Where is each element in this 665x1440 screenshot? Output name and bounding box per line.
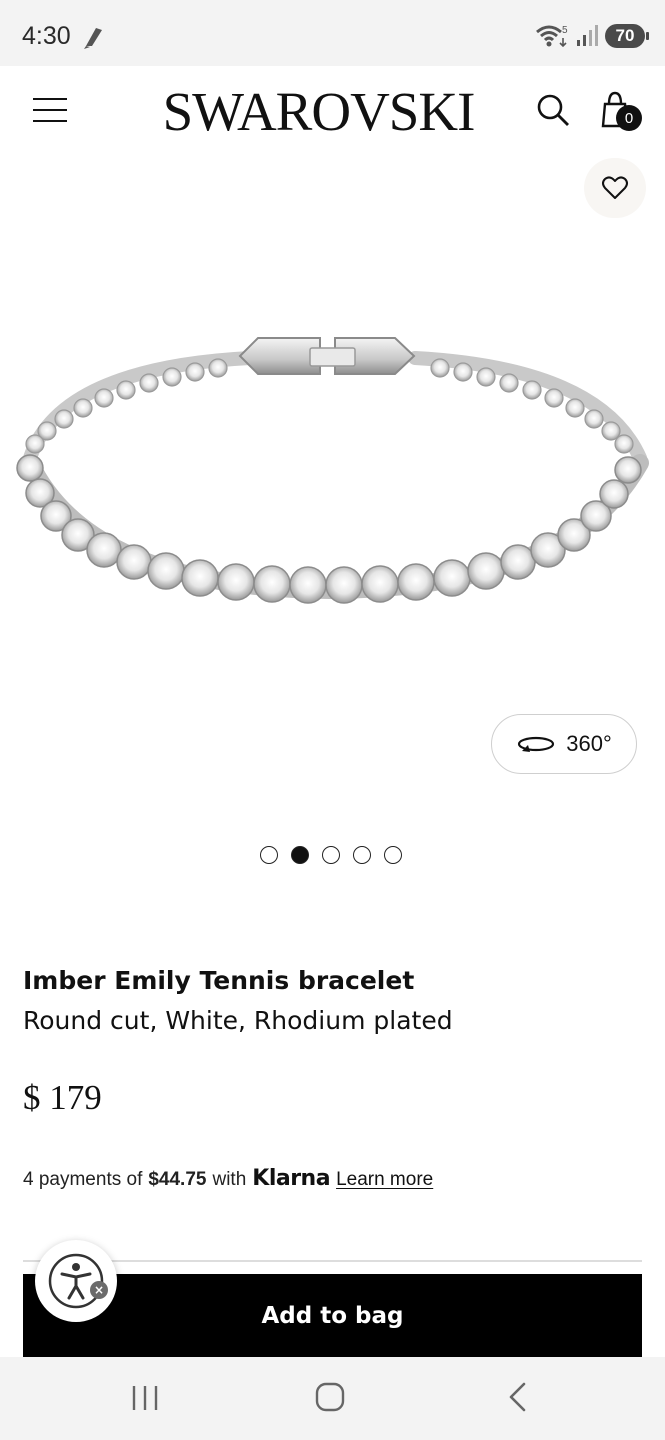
bag-count-badge: 0 <box>616 105 642 131</box>
view-360-button[interactable]: 360° <box>491 714 637 774</box>
status-indicators: 5 70 <box>535 22 649 50</box>
svg-text:5: 5 <box>562 25 568 36</box>
wishlist-button[interactable] <box>584 158 646 218</box>
status-bar: 4:30 5 70 <box>0 0 665 66</box>
carousel-pagination <box>260 846 402 864</box>
product-price: $ 179 <box>23 1078 102 1117</box>
view-360-label: 360° <box>566 731 612 756</box>
product-name: Imber Emily Tennis bracelet <box>23 966 415 995</box>
system-nav-bar <box>0 1357 665 1440</box>
klarna-payment-info: 4 payments of $44.75 with Klarna Learn m… <box>23 1166 433 1191</box>
pen-notification-icon <box>84 28 102 49</box>
site-header: SWAROVSKI 0 <box>0 66 665 158</box>
status-time: 4:30 <box>22 22 71 50</box>
accessibility-button[interactable] <box>35 1240 117 1322</box>
klarna-learn-more-link[interactable]: Learn more <box>336 1169 433 1191</box>
heart-icon <box>602 176 628 199</box>
klarna-amount: $44.75 <box>148 1169 207 1190</box>
search-icon[interactable] <box>535 92 571 128</box>
battery-indicator: 70 <box>605 24 649 48</box>
klarna-prefix: 4 payments of <box>23 1169 143 1190</box>
wifi-icon: 5 <box>536 25 568 48</box>
signal-icon <box>577 25 598 46</box>
carousel-dot-active[interactable] <box>291 846 309 864</box>
brand-logo[interactable]: SWAROVSKI <box>156 80 481 144</box>
rotate-360-icon <box>518 736 555 752</box>
klarna-with: with <box>212 1169 247 1190</box>
menu-icon[interactable] <box>33 98 67 124</box>
product-variant: Round cut, White, Rhodium plated <box>23 1006 453 1035</box>
klarna-logo: Klarna <box>252 1166 331 1191</box>
close-icon[interactable]: × <box>90 1281 108 1299</box>
back-icon[interactable] <box>504 1381 530 1413</box>
carousel-dot[interactable] <box>384 846 402 864</box>
carousel-dot[interactable] <box>260 846 278 864</box>
home-icon[interactable] <box>314 1381 346 1413</box>
carousel-dot[interactable] <box>353 846 371 864</box>
recents-icon[interactable] <box>130 1384 160 1412</box>
carousel-dot[interactable] <box>322 846 340 864</box>
divider <box>23 1260 642 1262</box>
product-gallery[interactable]: 360° <box>0 158 665 898</box>
